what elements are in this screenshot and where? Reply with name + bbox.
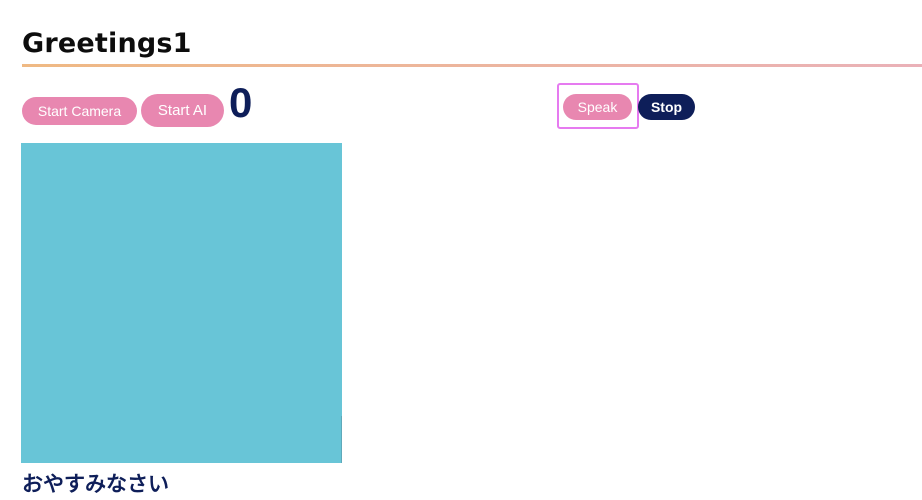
page-title: Greetings1: [22, 28, 192, 59]
title-divider: [22, 64, 922, 67]
start-ai-button[interactable]: Start AI: [141, 94, 224, 127]
recognized-phrase: おやすみなさい: [22, 472, 169, 496]
speak-button[interactable]: Speak: [563, 94, 632, 120]
prediction-counter: 0: [229, 79, 253, 126]
camera-preview: [21, 143, 342, 463]
stop-button[interactable]: Stop: [638, 94, 695, 120]
page: Greetings1 Start Camera Start AI 0 Speak…: [0, 0, 922, 500]
start-camera-button[interactable]: Start Camera: [22, 97, 137, 125]
camera-preview-edge: [341, 416, 342, 463]
